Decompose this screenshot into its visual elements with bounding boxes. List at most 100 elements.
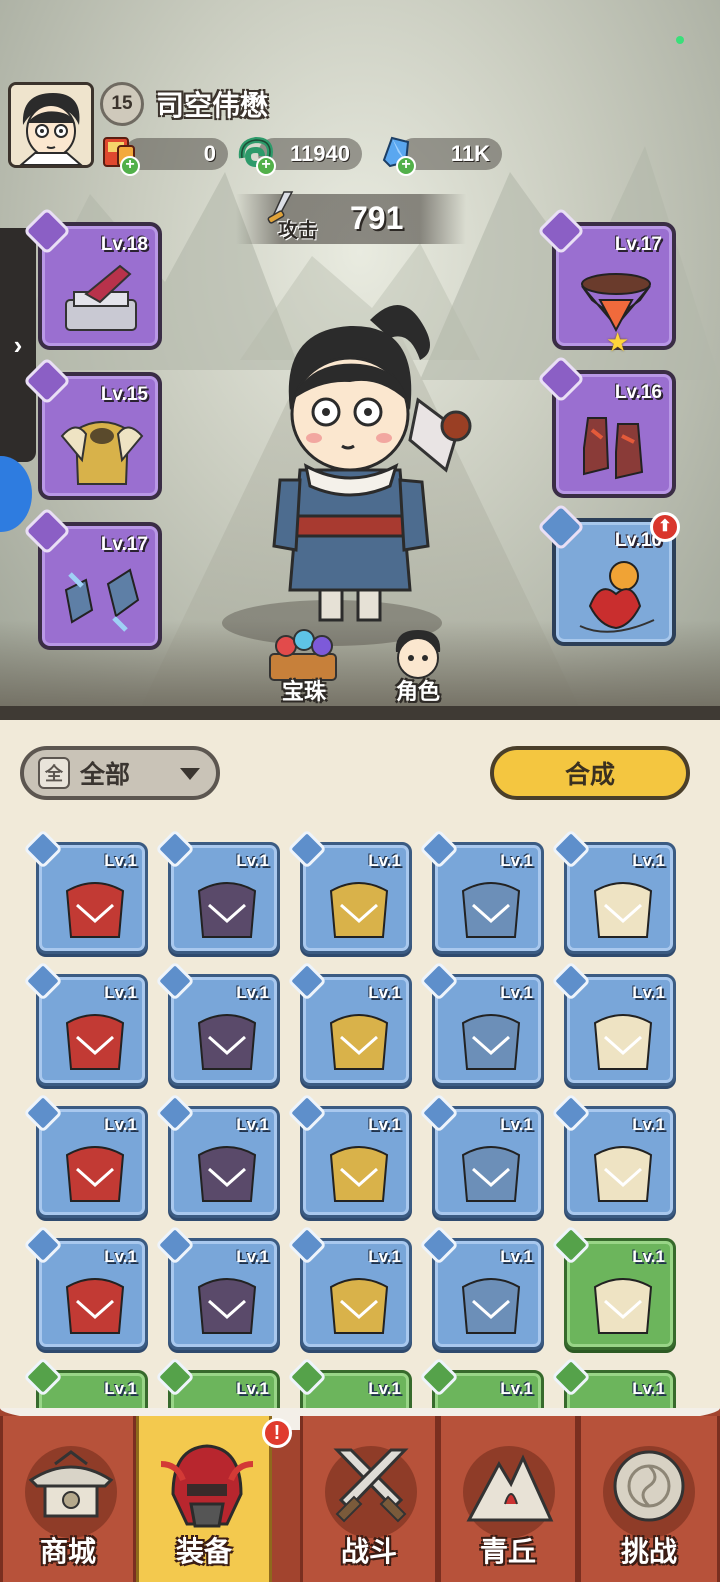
inventory-item[interactable]: Lv.1 — [419, 1225, 544, 1350]
hero-character[interactable] — [250, 290, 480, 630]
scroll-ticket-icon[interactable]: + — [98, 130, 142, 176]
item-level: Lv.1 — [104, 851, 137, 870]
item-level: Lv.1 — [236, 983, 269, 1002]
equipped-boots-slot[interactable]: Lv.16 — [536, 354, 676, 498]
tab-battle-label: 战斗 — [340, 1535, 397, 1568]
player-level-badge: 15 — [100, 82, 144, 126]
inventory-item[interactable]: Lv.1 — [287, 829, 412, 954]
equipped-armor-slot[interactable]: Lv.15 — [22, 356, 162, 500]
tab-equipment-label: 装备 — [175, 1535, 232, 1568]
inventory-item[interactable]: Lv.1 — [23, 1225, 148, 1350]
equipped-amulet-slot[interactable]: Lv.10 ⬆ — [536, 502, 680, 646]
bracer-dark-icon — [461, 1014, 521, 1070]
status-dot — [676, 36, 684, 44]
challenge-gong-icon — [613, 1450, 685, 1522]
red-boots-icon — [583, 417, 644, 480]
orbs-button[interactable]: 宝珠 — [256, 624, 352, 706]
chevron-right-icon: › — [13, 329, 23, 360]
red-flower-amulet-icon — [579, 561, 655, 633]
item-level: Lv.1 — [500, 1247, 533, 1266]
item-level: Lv.1 — [500, 1379, 533, 1398]
character-label: 角色 — [395, 680, 440, 705]
inventory-item[interactable]: Lv.1 — [287, 1093, 412, 1218]
tab-battle[interactable]: 战斗 — [300, 1416, 438, 1582]
bracer-dark-icon — [329, 1014, 389, 1070]
orbs-label: 宝珠 — [281, 680, 326, 705]
inventory-item[interactable]: Lv.1 — [155, 961, 280, 1086]
attack-value: 791 — [350, 200, 404, 236]
inventory-item[interactable]: Lv.1 — [23, 829, 148, 954]
belt-gold-icon — [329, 1146, 389, 1202]
item-level: Lv.1 — [368, 1115, 401, 1134]
bow-icon — [65, 882, 125, 938]
inventory-item[interactable]: Lv.1 — [419, 1093, 544, 1218]
side-drawer-tab[interactable]: › — [0, 228, 36, 462]
jade-dragon-icon[interactable]: + — [234, 130, 278, 176]
inventory-item[interactable]: Lv.1 — [419, 829, 544, 954]
helmet-icon — [160, 1444, 254, 1528]
item-level: Lv.1 — [104, 1115, 137, 1134]
inventory-item[interactable]: Lv.1 — [287, 1225, 412, 1350]
blue-bracer-icon — [64, 568, 140, 632]
equipped-weapon-slot[interactable]: Lv.18 — [22, 206, 162, 350]
gold-armor-icon — [60, 421, 144, 485]
filter-all-icon: 全 — [38, 757, 70, 789]
boots-dark-icon — [593, 1146, 653, 1202]
inventory-item[interactable]: Lv.1 — [287, 961, 412, 1086]
tab-shop-label: 商城 — [39, 1535, 96, 1568]
crossed-swords-icon — [333, 1448, 409, 1523]
item-level: Lv.1 — [632, 851, 665, 870]
boots-gold-icon — [65, 1278, 125, 1334]
character-button[interactable]: 角色 — [370, 624, 466, 706]
upgrade-arrow-icon: ⬆ — [650, 512, 680, 542]
item-level: Lv.1 — [368, 851, 401, 870]
bracer-blue-icon — [197, 1014, 257, 1070]
inventory-item[interactable]: Lv.1 — [551, 961, 676, 1086]
combine-button[interactable]: 合成 — [490, 746, 690, 800]
inventory-item[interactable]: Lv.1 — [155, 1225, 280, 1350]
mountain-icon — [466, 1454, 554, 1522]
tab-equipment[interactable]: 装备 — [136, 1416, 272, 1582]
inventory-item[interactable]: Lv.1 — [155, 1093, 280, 1218]
tab-shop[interactable]: 商城 — [0, 1416, 136, 1582]
star-icon: ★ — [606, 328, 630, 358]
belt-blue-icon — [65, 1146, 125, 1202]
tab-qingqiu[interactable]: 青丘 — [438, 1416, 578, 1582]
amulet-red-icon — [197, 1278, 257, 1334]
item-level: Lv.1 — [500, 851, 533, 870]
inventory-item[interactable]: Lv.1 — [23, 1093, 148, 1218]
blue-crystal-icon[interactable]: + — [374, 130, 418, 176]
inventory-item[interactable]: Lv.1 — [419, 961, 544, 1086]
attack-label: 攻击 — [278, 218, 318, 242]
boots-blue-icon — [461, 1146, 521, 1202]
item-level: Lv.1 — [500, 1115, 533, 1134]
inventory-item[interactable]: Lv.1 — [23, 961, 148, 1086]
inventory-item[interactable]: Lv.1 — [551, 1093, 676, 1218]
inventory-item[interactable]: Lv.1 — [551, 829, 676, 954]
weapon-flower-icon — [593, 1278, 653, 1334]
resource-jade-value: 11940 — [290, 141, 350, 166]
equipped-bracer-level: Lv.17 — [100, 534, 148, 555]
category-filter-dropdown[interactable]: 全 全部 — [20, 746, 220, 800]
equipped-belt-slot[interactable]: Lv.17 ★ — [536, 206, 676, 358]
item-level: Lv.1 — [632, 1247, 665, 1266]
item-level: Lv.1 — [500, 983, 533, 1002]
armor-dark-icon — [329, 882, 389, 938]
tab-qingqiu-label: 青丘 — [479, 1535, 536, 1568]
item-level: Lv.1 — [368, 1247, 401, 1266]
armor-red-icon — [197, 882, 257, 938]
filter-selected-label: 全部 — [80, 760, 131, 789]
shop-pavilion-icon — [28, 1450, 114, 1518]
player-avatar[interactable] — [8, 82, 94, 168]
tab-challenge[interactable]: 挑战 — [578, 1416, 720, 1582]
resource-ticket-value: 0 — [203, 141, 216, 166]
inventory-item[interactable]: Lv.1 — [551, 1225, 676, 1350]
item-level: Lv.1 — [236, 1115, 269, 1134]
item-level: Lv.1 — [368, 1379, 401, 1398]
item-level: Lv.1 — [104, 1379, 137, 1398]
item-level: Lv.1 — [104, 1247, 137, 1266]
item-level: Lv.1 — [368, 983, 401, 1002]
inventory-item[interactable]: Lv.1 — [155, 829, 280, 954]
item-level: Lv.1 — [104, 983, 137, 1002]
equipped-bracer-slot[interactable]: Lv.17 — [22, 506, 162, 650]
